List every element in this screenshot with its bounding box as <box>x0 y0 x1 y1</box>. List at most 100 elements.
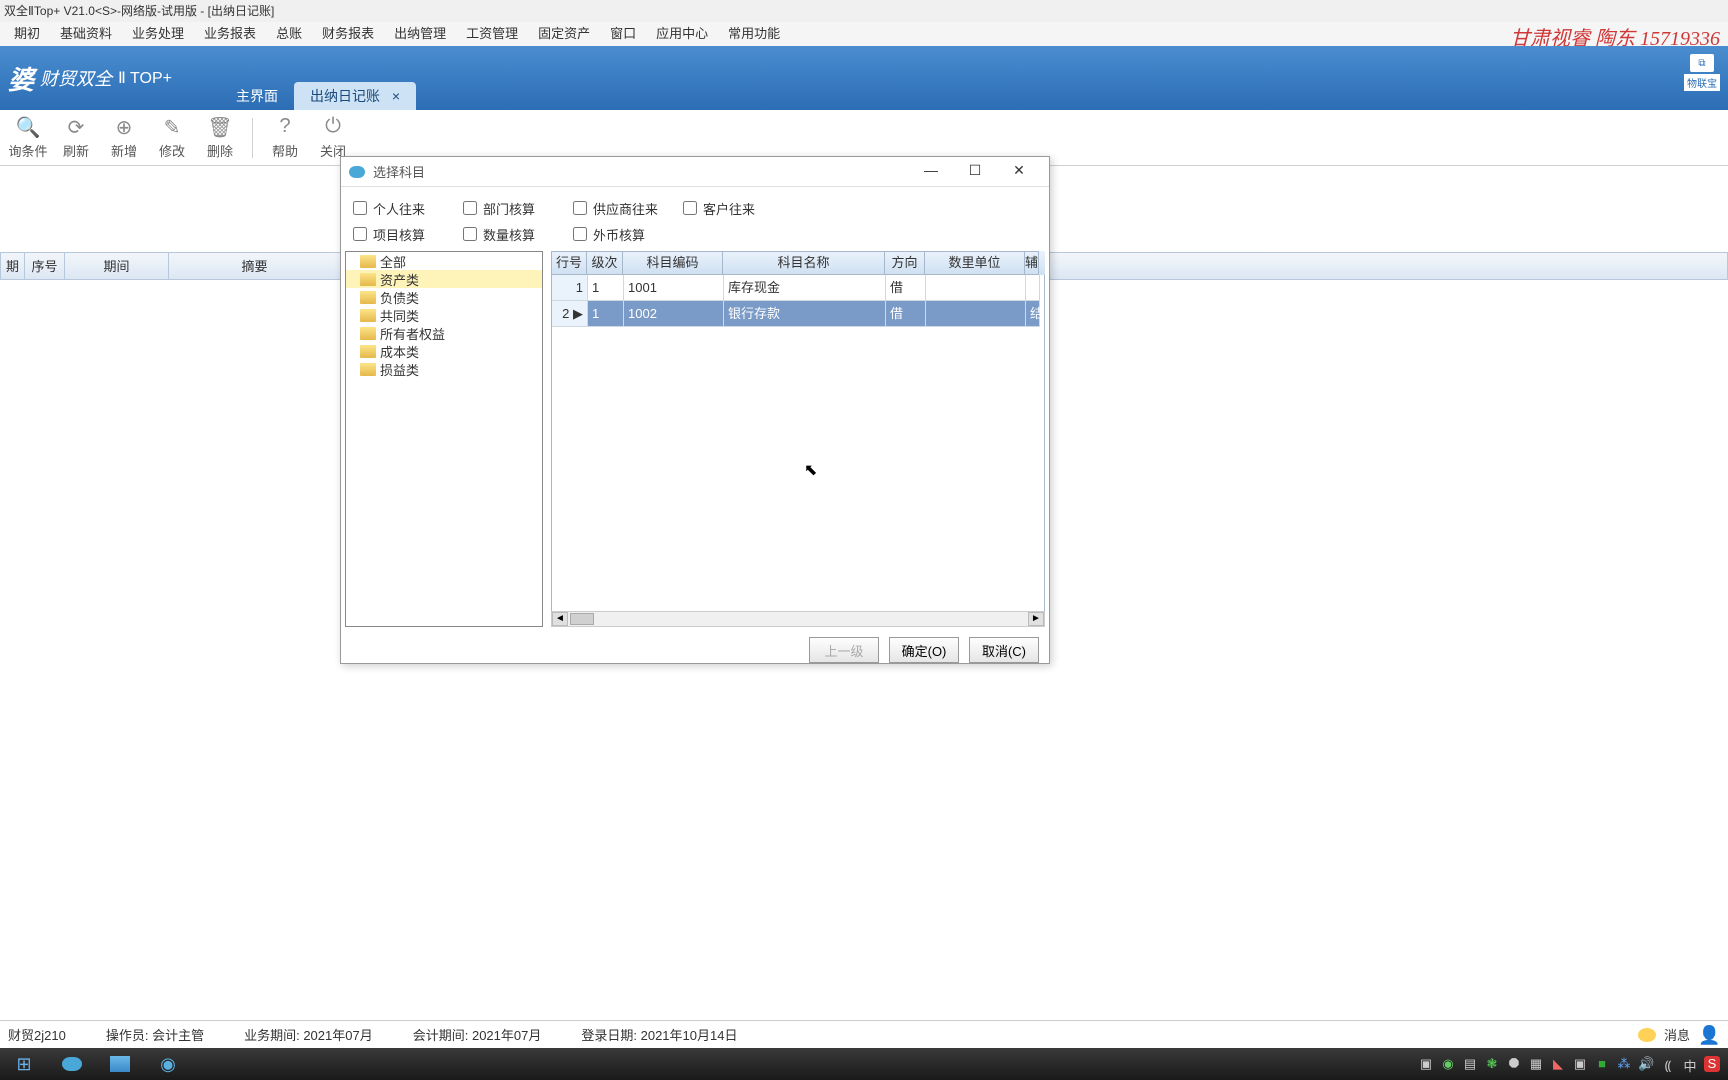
task-explorer[interactable] <box>96 1048 144 1080</box>
tree-item-equity[interactable]: 所有者权益 <box>346 324 542 342</box>
dialog-actions: 上一级 确定(O) 取消(C) <box>341 627 1049 673</box>
refresh-button[interactable]: ⟳刷新 <box>52 115 100 160</box>
check-customer[interactable]: 客户往来 <box>683 199 793 218</box>
horizontal-scrollbar[interactable]: ◄ ► <box>551 611 1045 627</box>
task-app[interactable] <box>48 1048 96 1080</box>
grid-header: 行号 级次 科目编码 科目名称 方向 数里单位 辅 <box>551 251 1045 275</box>
col-code[interactable]: 科目编码 <box>623 251 723 275</box>
status-login-date: 登录日期: 2021年10月14日 <box>581 1025 737 1044</box>
tray-sogou-icon[interactable]: S <box>1704 1056 1720 1072</box>
tray-bluetooth-icon[interactable]: ⁂ <box>1616 1056 1632 1072</box>
tree-item-pl[interactable]: 损益类 <box>346 360 542 378</box>
query-button[interactable]: 🔍询条件 <box>4 115 52 160</box>
tray-icon[interactable]: ◉ <box>1440 1056 1456 1072</box>
tab-label: 出纳日记账 <box>310 88 380 104</box>
grid-rows[interactable]: 1 1 1001 库存现金 借 2 ▶ 1 1002 银行存款 借 结 <box>551 275 1045 611</box>
tree-item-assets[interactable]: 资产类 <box>346 270 542 288</box>
tray-icon[interactable]: ⯃ <box>1506 1056 1522 1072</box>
check-personal[interactable]: 个人往来 <box>353 199 463 218</box>
check-dept[interactable]: 部门核算 <box>463 199 573 218</box>
folder-icon <box>360 309 376 322</box>
ok-button[interactable]: 确定(O) <box>889 637 959 663</box>
tray-icon[interactable]: ▤ <box>1462 1056 1478 1072</box>
tray-icon[interactable]: ■ <box>1594 1056 1610 1072</box>
logo-sub: 财贸双全 <box>40 65 112 91</box>
message-icon[interactable] <box>1638 1028 1656 1042</box>
subject-tree[interactable]: 全部 资产类 负债类 共同类 所有者权益 成本类 损益类 <box>345 251 543 627</box>
menu-item[interactable]: 业务处理 <box>122 22 194 46</box>
bg-col[interactable]: 序号 <box>25 253 65 279</box>
prev-level-button[interactable]: 上一级 <box>809 637 879 663</box>
app-icon <box>349 166 365 178</box>
tray-icon[interactable]: ◣ <box>1550 1056 1566 1072</box>
tray-wechat-icon[interactable]: ❃ <box>1484 1056 1500 1072</box>
col-aux[interactable]: 辅 <box>1025 251 1039 275</box>
close-button[interactable]: ⏻关闭 <box>309 115 357 160</box>
menu-item[interactable]: 工资管理 <box>456 22 528 46</box>
menu-item[interactable]: 固定资产 <box>528 22 600 46</box>
status-operator: 操作员: 会计主管 <box>106 1025 204 1044</box>
table-row[interactable]: 1 1 1001 库存现金 借 <box>552 275 1044 301</box>
bg-col[interactable]: 期 <box>1 253 25 279</box>
tab-main[interactable]: 主界面 <box>220 82 294 110</box>
add-button[interactable]: ⊕新增 <box>100 115 148 160</box>
check-supplier[interactable]: 供应商往来 <box>573 199 683 218</box>
explorer-icon <box>110 1056 130 1072</box>
scroll-thumb[interactable] <box>570 613 594 625</box>
tray-icon[interactable]: ▦ <box>1528 1056 1544 1072</box>
wlb-badge[interactable]: 物联宝 <box>1684 74 1720 91</box>
maximize-button[interactable]: ☐ <box>953 158 997 186</box>
menu-item[interactable]: 财务报表 <box>312 22 384 46</box>
tree-item-common[interactable]: 共同类 <box>346 306 542 324</box>
message-label[interactable]: 消息 <box>1664 1025 1690 1044</box>
tab-close-icon[interactable]: × <box>392 88 400 104</box>
col-name[interactable]: 科目名称 <box>723 251 885 275</box>
plus-icon: ⊕ <box>116 115 133 139</box>
scroll-right-icon[interactable]: ► <box>1028 612 1044 626</box>
menu-item[interactable]: 总账 <box>266 22 312 46</box>
user-icon[interactable]: 👤 <box>1698 1025 1716 1045</box>
qr-icon[interactable]: ⧉ <box>1690 54 1714 72</box>
tray-icon[interactable]: ▣ <box>1572 1056 1588 1072</box>
menu-item[interactable]: 出纳管理 <box>384 22 456 46</box>
menu-item[interactable]: 业务报表 <box>194 22 266 46</box>
edit-button[interactable]: ✎修改 <box>148 115 196 160</box>
table-row[interactable]: 2 ▶ 1 1002 银行存款 借 结 <box>552 301 1044 327</box>
app-header: 婆 财贸双全 Ⅱ TOP+ 主界面 出纳日记账 × ⧉ 物联宝 <box>0 46 1728 110</box>
tree-item-all[interactable]: 全部 <box>346 252 542 270</box>
col-level[interactable]: 级次 <box>587 251 623 275</box>
cancel-button[interactable]: 取消(C) <box>969 637 1039 663</box>
col-rownum[interactable]: 行号 <box>551 251 587 275</box>
menu-item[interactable]: 应用中心 <box>646 22 718 46</box>
close-button[interactable]: ✕ <box>997 158 1041 186</box>
tray-icon[interactable]: ▣ <box>1418 1056 1434 1072</box>
check-fx[interactable]: 外币核算 <box>573 225 683 244</box>
tab-journal[interactable]: 出纳日记账 × <box>294 82 416 110</box>
menu-item[interactable]: 窗口 <box>600 22 646 46</box>
folder-icon <box>360 327 376 340</box>
help-button[interactable]: ?帮助 <box>261 115 309 160</box>
tray-volume-icon[interactable]: 🔊 <box>1638 1056 1654 1072</box>
scroll-left-icon[interactable]: ◄ <box>552 612 568 626</box>
status-biz-period: 业务期间: 2021年07月 <box>244 1025 373 1044</box>
delete-button[interactable]: 🗑删除 <box>196 115 244 160</box>
dialog-title: 选择科目 <box>373 162 909 181</box>
subject-grid: 行号 级次 科目编码 科目名称 方向 数里单位 辅 1 1 1001 库存现金 … <box>551 251 1045 627</box>
menu-item[interactable]: 期初 <box>4 22 50 46</box>
check-qty[interactable]: 数量核算 <box>463 225 573 244</box>
bg-col[interactable]: 期间 <box>65 253 169 279</box>
check-project[interactable]: 项目核算 <box>353 225 463 244</box>
task-screenshot[interactable]: ◉ <box>144 1048 192 1080</box>
start-button[interactable]: ⊞ <box>0 1048 48 1080</box>
dialog-titlebar[interactable]: 选择科目 — ☐ ✕ <box>341 157 1049 187</box>
tray-ime[interactable]: 中 <box>1682 1056 1698 1072</box>
menu-item[interactable]: 常用功能 <box>718 22 790 46</box>
bg-col[interactable]: 摘要 <box>169 253 341 279</box>
tray-wifi-icon[interactable]: ⸨ <box>1660 1056 1676 1072</box>
col-dir[interactable]: 方向 <box>885 251 925 275</box>
menu-item[interactable]: 基础资料 <box>50 22 122 46</box>
tree-item-liab[interactable]: 负债类 <box>346 288 542 306</box>
minimize-button[interactable]: — <box>909 158 953 186</box>
col-unit[interactable]: 数里单位 <box>925 251 1025 275</box>
tree-item-cost[interactable]: 成本类 <box>346 342 542 360</box>
